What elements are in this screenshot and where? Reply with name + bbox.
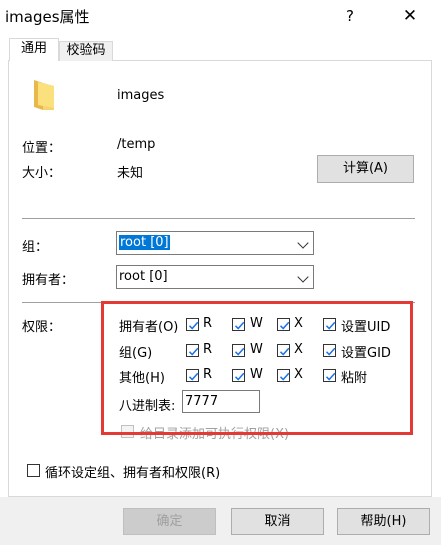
size-label: 大小： xyxy=(22,166,62,181)
close-button[interactable]: ✕ xyxy=(395,4,425,28)
cancel-button[interactable]: 取消 xyxy=(231,508,324,535)
folder-icon xyxy=(34,80,54,110)
tab-checksum[interactable]: 校验码 xyxy=(59,41,113,61)
recursive-label: 循环设定组、拥有者和权限(R) xyxy=(45,466,221,481)
owner-label: 拥有者： xyxy=(22,273,75,288)
group-select-value: root [0] xyxy=(119,235,170,250)
permissions-label: 权限： xyxy=(22,320,62,335)
ok-button[interactable]: 确定 xyxy=(123,508,216,535)
highlight-box xyxy=(101,301,413,435)
window-title: images属性 xyxy=(5,8,90,26)
location-value: /temp xyxy=(117,137,156,152)
compute-button[interactable]: 计算(A) xyxy=(317,155,414,183)
group-label: 组： xyxy=(22,240,49,255)
owner-select[interactable]: root [0] xyxy=(116,265,314,289)
help-title-button[interactable]: ? xyxy=(337,5,363,27)
file-name: images xyxy=(117,88,165,103)
chevron-down-icon xyxy=(297,237,309,249)
group-select[interactable]: root [0] xyxy=(116,231,314,255)
help-button[interactable]: 帮助(H) xyxy=(337,508,430,535)
recursive-checkbox[interactable] xyxy=(27,464,40,477)
chevron-down-icon xyxy=(297,271,309,283)
location-label: 位置： xyxy=(22,141,62,156)
owner-select-value: root [0] xyxy=(119,269,168,284)
tab-general[interactable]: 通用 xyxy=(9,38,59,61)
size-value: 未知 xyxy=(117,166,144,181)
divider xyxy=(22,218,415,219)
